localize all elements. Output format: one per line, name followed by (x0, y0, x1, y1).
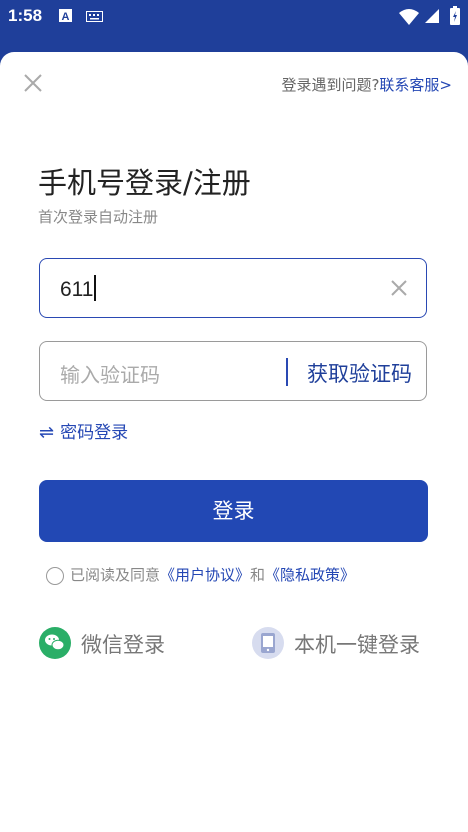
wechat-login-label: 微信登录 (81, 633, 165, 657)
user-agreement-link[interactable]: 《用户协议》 (160, 566, 250, 584)
verification-code-field: 输入验证码 获取验证码 (39, 341, 427, 401)
agreement-prefix: 已阅读及同意 (70, 566, 161, 584)
login-sheet: 登录遇到问题?联系客服> 手机号登录/注册 首次登录自动注册 611 输入验证码… (0, 52, 468, 832)
wechat-login-button[interactable]: 微信登录 (39, 627, 165, 659)
code-input[interactable]: 输入验证码 (60, 359, 160, 388)
signal-icon (425, 9, 439, 23)
agreement-checkbox[interactable] (46, 567, 64, 585)
get-code-button[interactable]: 获取验证码 (307, 358, 412, 388)
svg-text:A: A (62, 11, 70, 23)
agreement-row: 已阅读及同意《用户协议》和《隐私政策》 (46, 564, 355, 585)
wifi-icon (399, 9, 419, 25)
text-caret (94, 275, 97, 301)
clear-icon[interactable] (390, 279, 408, 297)
help-text: 登录遇到问题? (281, 76, 380, 94)
phone-input[interactable]: 611 (39, 258, 427, 318)
page-subtitle: 首次登录自动注册 (38, 208, 159, 226)
contact-support-link[interactable]: 联系客服> (379, 76, 452, 94)
keyboard-a-icon: A (59, 9, 72, 23)
page-title: 手机号登录/注册 (38, 166, 251, 200)
one-key-login-button[interactable]: 本机一键登录 (252, 627, 420, 659)
status-bar: 1:58 A (0, 0, 468, 32)
switch-icon: ⇌ (39, 422, 55, 443)
keyboard-icon (86, 11, 103, 22)
login-button[interactable]: 登录 (39, 480, 428, 542)
password-login-link[interactable]: ⇌ 密码登录 (39, 418, 128, 443)
battery-icon (450, 6, 460, 25)
help-row: 登录遇到问题?联系客服> (281, 74, 452, 95)
status-time: 1:58 (8, 6, 43, 25)
privacy-policy-link[interactable]: 《隐私政策》 (265, 566, 355, 584)
phone-input-value: 611 (60, 278, 94, 301)
phone-icon (252, 627, 284, 659)
agreement-and: 和 (250, 566, 266, 584)
one-key-login-label: 本机一键登录 (294, 633, 420, 657)
password-login-label: 密码登录 (60, 423, 129, 443)
wechat-icon (39, 627, 71, 659)
field-divider (286, 358, 288, 386)
close-icon[interactable] (22, 72, 44, 94)
